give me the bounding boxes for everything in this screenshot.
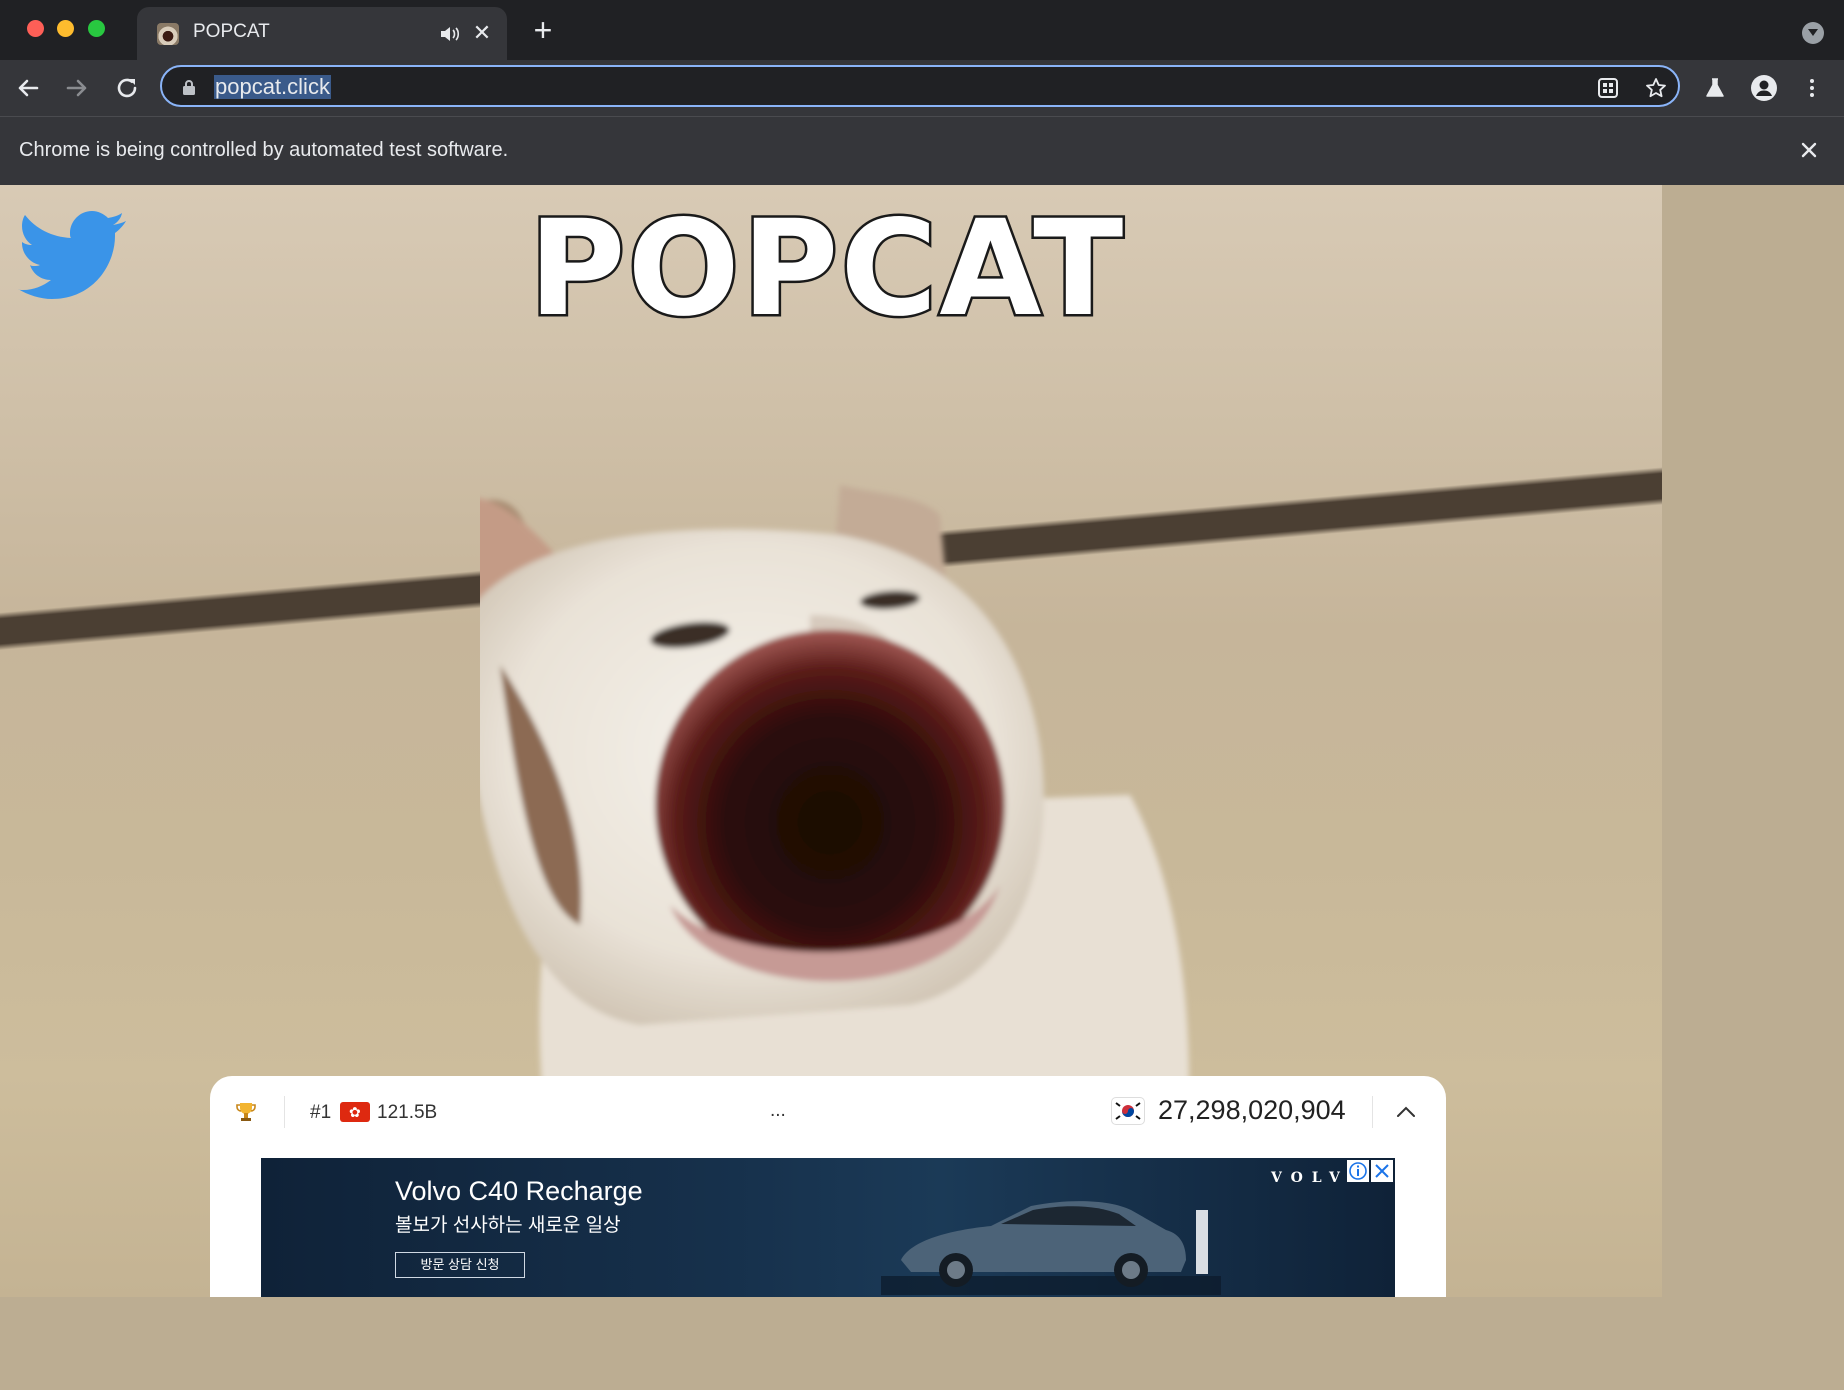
hong-kong-flag-icon: ✿ xyxy=(340,1102,370,1122)
ad-info-icon[interactable] xyxy=(1347,1160,1369,1182)
twitter-icon[interactable] xyxy=(8,209,128,309)
lock-icon[interactable] xyxy=(182,79,196,95)
window-zoom-button[interactable] xyxy=(88,20,105,37)
leaderboard-ellipsis: ... xyxy=(770,1100,786,1121)
ad-cta-button[interactable]: 방문 상담 신청 xyxy=(395,1252,525,1278)
new-tab-plus-icon[interactable]: + xyxy=(528,14,558,46)
leaderboard-divider xyxy=(1372,1096,1373,1128)
speaker-icon[interactable] xyxy=(439,24,461,44)
kebab-menu-icon[interactable] xyxy=(1800,76,1824,100)
volvo-advertisement[interactable]: Volvo C40 Recharge 볼보가 선사하는 새로운 일상 방문 상담… xyxy=(261,1158,1395,1297)
total-clicks: 27,298,020,904 xyxy=(1158,1095,1346,1125)
address-bar[interactable]: popcat.click xyxy=(160,65,1680,107)
popcat-scene[interactable]: POPCAT #1 ✿ 121.5B ... 27,298,020,904 Vo… xyxy=(0,185,1662,1297)
south-korea-flag-icon xyxy=(1112,1098,1144,1124)
ad-close-icon[interactable] xyxy=(1371,1160,1393,1182)
window-minimize-button[interactable] xyxy=(57,20,74,37)
infobar-close-icon[interactable] xyxy=(1796,137,1822,163)
reload-icon[interactable] xyxy=(112,73,142,103)
top-rank: #1 xyxy=(310,1102,332,1123)
tab-strip: POPCAT ✕ + xyxy=(0,0,1844,60)
leaderboard-panel: #1 ✿ 121.5B ... 27,298,020,904 Volvo C40… xyxy=(210,1076,1446,1297)
popcat-favicon-icon xyxy=(157,23,179,45)
top-country-score: 121.5B xyxy=(377,1102,438,1123)
volvo-car-image xyxy=(881,1201,1221,1295)
tab-search-chevron-icon[interactable] xyxy=(1802,22,1824,44)
infobar-message: Chrome is being controlled by automated … xyxy=(19,139,509,161)
tab-close-icon[interactable]: ✕ xyxy=(470,21,494,45)
chevron-up-icon[interactable] xyxy=(1394,1100,1418,1124)
url-text[interactable]: popcat.click xyxy=(214,75,331,99)
browser-tab[interactable]: POPCAT ✕ xyxy=(137,7,507,60)
qr-code-icon[interactable] xyxy=(1596,76,1620,100)
labs-flask-icon[interactable] xyxy=(1703,76,1727,100)
trophy-icon[interactable] xyxy=(234,1100,258,1124)
tab-title: POPCAT xyxy=(193,21,270,42)
person-icon[interactable] xyxy=(1751,75,1777,101)
page-title: POPCAT xyxy=(526,192,1126,346)
leaderboard-divider xyxy=(284,1096,285,1128)
ad-title[interactable]: Volvo C40 Recharge xyxy=(395,1176,643,1207)
page-viewport: POPCAT #1 ✿ 121.5B ... 27,298,020,904 Vo… xyxy=(0,185,1844,1390)
star-icon[interactable] xyxy=(1644,76,1668,100)
window-close-button[interactable] xyxy=(27,20,44,37)
arrow-left-icon[interactable] xyxy=(13,73,43,103)
ad-subtitle: 볼보가 선사하는 새로운 일상 xyxy=(395,1215,621,1236)
arrow-right-icon[interactable] xyxy=(62,73,92,103)
automation-infobar: Chrome is being controlled by automated … xyxy=(0,116,1844,185)
browser-toolbar: popcat.click xyxy=(0,60,1844,116)
